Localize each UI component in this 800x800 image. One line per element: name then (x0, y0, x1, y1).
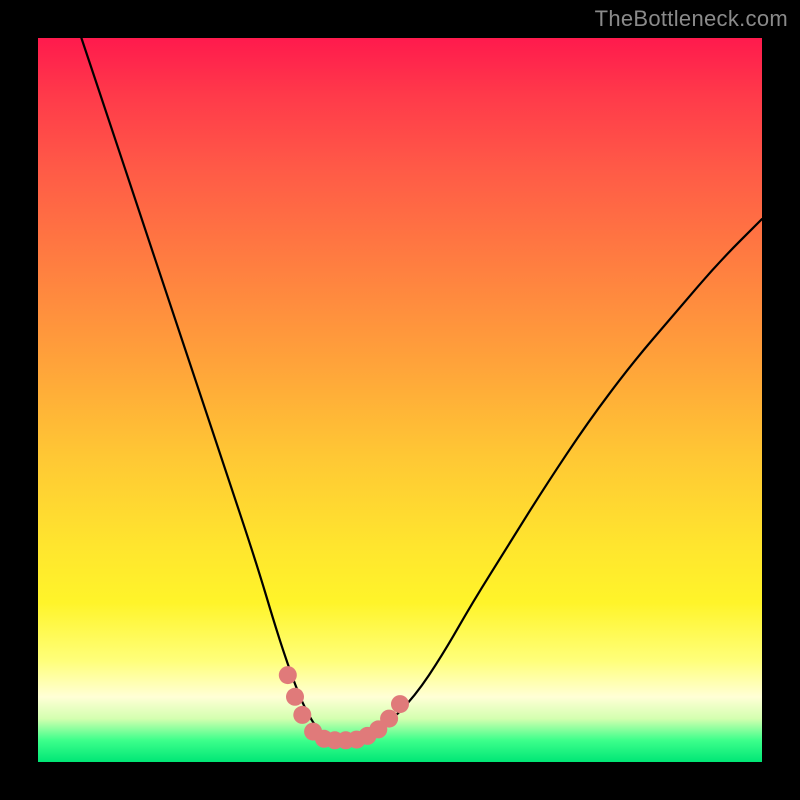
chart-frame: TheBottleneck.com (0, 0, 800, 800)
highlight-markers (279, 666, 409, 749)
bottleneck-curve (81, 38, 762, 740)
highlight-dot (380, 710, 398, 728)
highlight-dot (293, 706, 311, 724)
plot-area (38, 38, 762, 762)
chart-svg (38, 38, 762, 762)
highlight-dot (391, 695, 409, 713)
highlight-dot (286, 688, 304, 706)
highlight-dot (279, 666, 297, 684)
watermark-label: TheBottleneck.com (595, 6, 788, 32)
